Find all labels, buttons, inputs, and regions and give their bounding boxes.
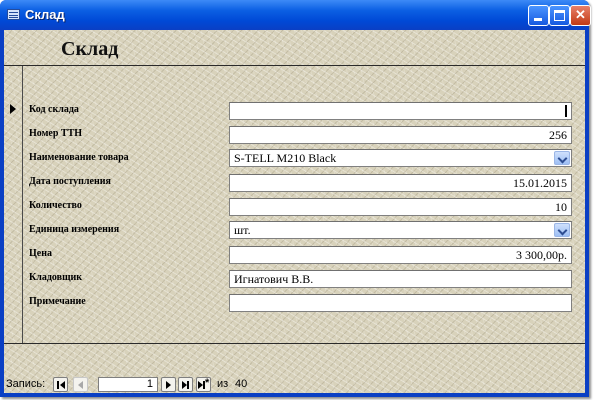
footer-separator bbox=[4, 343, 585, 344]
record-navigation-bar: Запись: 1 * из 40 bbox=[4, 374, 404, 394]
minimize-icon bbox=[534, 18, 542, 21]
storekeeper-field[interactable]: Игнатович В.В. bbox=[229, 270, 572, 288]
product-name-value: S-TELL M210 Black bbox=[234, 151, 337, 165]
new-record-button[interactable]: * bbox=[196, 377, 211, 392]
header-separator bbox=[4, 65, 585, 66]
last-record-button[interactable] bbox=[178, 377, 193, 392]
close-icon: ✕ bbox=[575, 7, 586, 22]
note-field[interactable] bbox=[229, 294, 572, 312]
window-title: Склад bbox=[25, 7, 65, 22]
of-label: из bbox=[217, 378, 229, 390]
receipt-date-label: Дата поступления bbox=[29, 176, 111, 187]
note-label: Примечание bbox=[29, 296, 86, 307]
price-label: Цена bbox=[29, 248, 52, 259]
prev-record-button[interactable] bbox=[73, 377, 88, 392]
form-body: Склад Код склада Номер ТТН 256 Наименова… bbox=[4, 30, 585, 393]
text-cursor bbox=[565, 105, 567, 117]
record-pointer-icon bbox=[10, 104, 16, 114]
maximize-button[interactable] bbox=[549, 5, 570, 26]
warehouse-code-field[interactable] bbox=[229, 102, 572, 120]
form-header-title: Склад bbox=[61, 38, 119, 60]
title-bar[interactable]: Склад ✕ bbox=[0, 0, 591, 30]
record-selector[interactable] bbox=[4, 66, 23, 343]
receipt-date-field[interactable]: 15.01.2015 bbox=[229, 174, 572, 192]
quantity-label: Количество bbox=[29, 200, 82, 211]
close-button[interactable]: ✕ bbox=[570, 5, 591, 26]
warehouse-code-label: Код склада bbox=[29, 104, 79, 115]
record-label: Запись: bbox=[6, 378, 46, 390]
unit-label: Единица измерения bbox=[29, 224, 120, 235]
form-window: Склад ✕ Склад Код склада Номер ТТН 256 Н… bbox=[0, 0, 591, 397]
total-records: 40 bbox=[235, 378, 248, 390]
app-icon[interactable] bbox=[7, 9, 20, 20]
product-name-label: Наименование товара bbox=[29, 152, 129, 163]
first-record-button[interactable] bbox=[53, 377, 68, 392]
dropdown-arrow-icon[interactable] bbox=[554, 223, 570, 237]
unit-value: шт. bbox=[234, 223, 251, 237]
ttn-number-field[interactable]: 256 bbox=[229, 126, 572, 144]
price-field[interactable]: 3 300,00р. bbox=[229, 246, 572, 264]
product-name-combo[interactable]: S-TELL M210 Black bbox=[229, 149, 572, 167]
minimize-button[interactable] bbox=[528, 5, 549, 26]
ttn-number-label: Номер ТТН bbox=[29, 128, 83, 139]
dropdown-arrow-icon[interactable] bbox=[554, 151, 570, 165]
quantity-field[interactable]: 10 bbox=[229, 198, 572, 216]
storekeeper-label: Кладовщик bbox=[29, 272, 83, 283]
unit-combo[interactable]: шт. bbox=[229, 221, 572, 239]
current-record-input[interactable]: 1 bbox=[98, 377, 158, 392]
next-record-button[interactable] bbox=[161, 377, 176, 392]
maximize-icon bbox=[554, 10, 565, 21]
